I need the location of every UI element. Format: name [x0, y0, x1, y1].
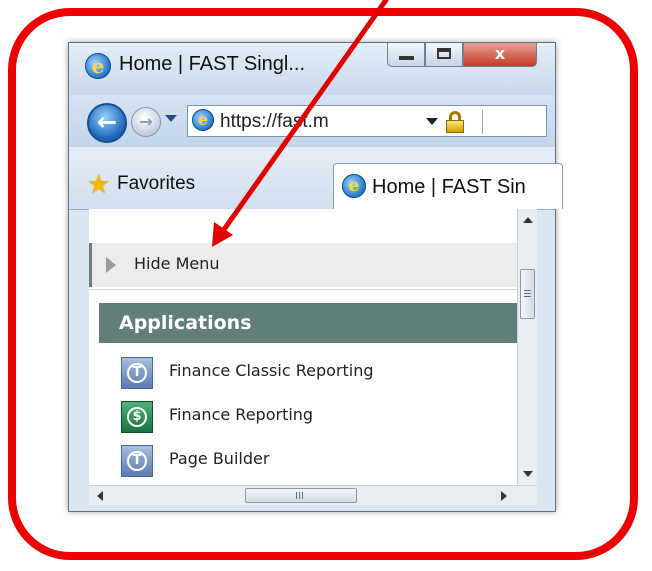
scroll-up-icon[interactable] — [523, 217, 533, 223]
favorites-button[interactable]: Favorites — [117, 173, 195, 195]
menu-divider — [89, 289, 517, 290]
tab-label[interactable]: Home | FAST Sin — [372, 176, 526, 199]
lock-body — [446, 120, 464, 133]
address-text[interactable]: https://fast.m — [220, 111, 329, 133]
app-label[interactable]: Finance Classic Reporting — [169, 361, 374, 380]
window-title: Home | FAST Singl... — [119, 53, 306, 75]
scroll-down-icon[interactable] — [523, 471, 533, 477]
favorites-star-icon[interactable]: ★ — [87, 171, 110, 197]
tab-site-icon: e — [342, 174, 366, 198]
scroll-right-icon[interactable] — [501, 491, 507, 501]
vertical-scroll-thumb[interactable] — [520, 269, 535, 319]
maximize-button[interactable] — [425, 43, 463, 67]
app-item-finance-classic-reporting[interactable]: T Finance Classic Reporting — [107, 351, 507, 395]
favorites-bar: ★ Favorites e Home | FAST Sin — [69, 147, 563, 210]
app-item-finance-reporting[interactable]: $ Finance Reporting — [107, 395, 507, 439]
grip-icon — [524, 290, 531, 291]
page-content: Hide Menu Applications T Finance Classic… — [89, 209, 535, 485]
back-button[interactable]: ← — [87, 103, 127, 143]
finance-classic-icon[interactable]: T — [121, 357, 153, 389]
forward-button[interactable]: → — [131, 107, 161, 137]
horizontal-scrollbar[interactable] — [89, 485, 537, 505]
minimize-icon — [399, 56, 414, 60]
title-bar: e Home | FAST Singl... x — [69, 43, 555, 95]
scroll-left-icon[interactable] — [97, 491, 103, 501]
browser-window: e Home | FAST Singl... x ← → e https://f… — [68, 42, 563, 512]
address-separator — [482, 110, 483, 134]
dollar-icon[interactable]: $ — [121, 401, 153, 433]
hide-menu-label[interactable]: Hide Menu — [134, 254, 220, 273]
applications-header: Applications — [99, 303, 517, 343]
close-button[interactable]: x — [463, 43, 537, 67]
address-bar[interactable]: e https://fast.m — [187, 105, 547, 137]
vertical-scrollbar[interactable] — [517, 209, 537, 485]
navigation-bar: ← → e https://fast.m — [69, 95, 555, 147]
app-label[interactable]: Page Builder — [169, 449, 269, 468]
horizontal-scroll-thumb[interactable] — [245, 488, 357, 503]
internet-explorer-icon: e — [85, 53, 111, 79]
site-icon: e — [192, 109, 214, 131]
applications-title: Applications — [119, 312, 252, 334]
collapse-triangle-icon — [106, 257, 116, 273]
address-dropdown-icon[interactable] — [426, 118, 438, 125]
hide-menu-button[interactable]: Hide Menu — [89, 243, 517, 287]
page-builder-icon[interactable]: T — [121, 445, 153, 477]
grip-icon — [296, 492, 297, 499]
tab-home[interactable]: e Home | FAST Sin — [333, 163, 563, 209]
app-item-page-builder[interactable]: T Page Builder — [107, 439, 507, 483]
app-label[interactable]: Finance Reporting — [169, 405, 313, 424]
minimize-button[interactable] — [387, 43, 425, 67]
maximize-icon — [437, 48, 451, 59]
lock-icon[interactable] — [446, 111, 464, 133]
recent-pages-dropdown-icon[interactable] — [165, 115, 177, 122]
